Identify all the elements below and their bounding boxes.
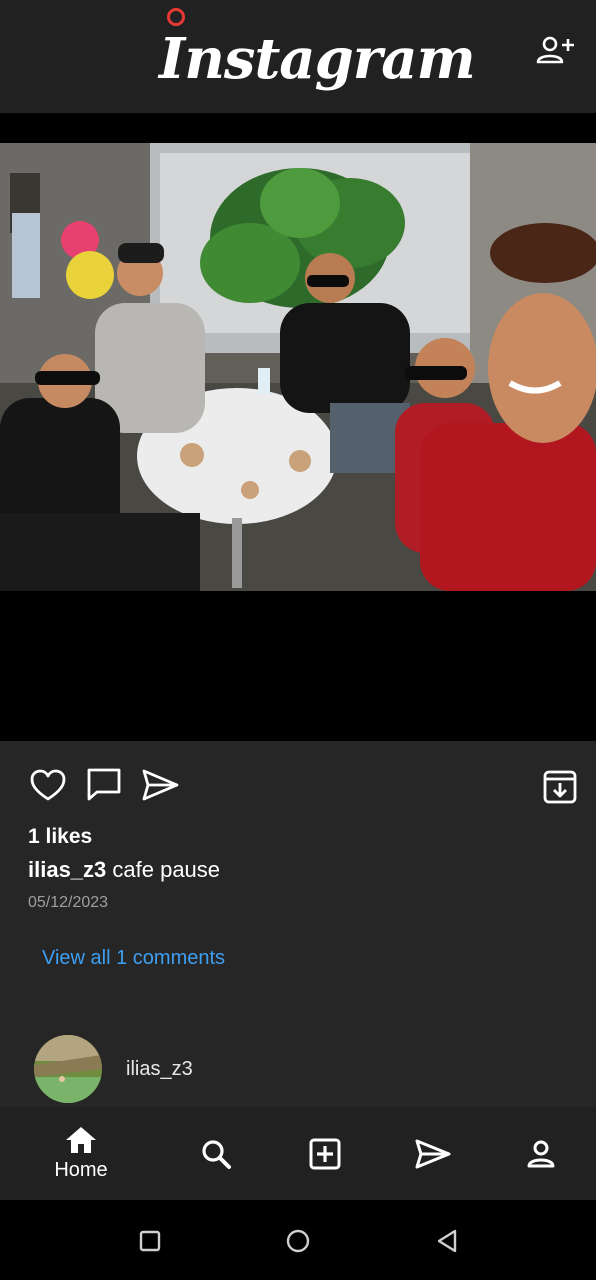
post-panel: 1 likes ilias_z3 cafe pause 05/12/2023 V…	[0, 741, 596, 1107]
caption-username[interactable]: ilias_z3	[28, 857, 106, 882]
direct-icon	[415, 1139, 451, 1168]
nav-direct[interactable]	[393, 1107, 473, 1200]
view-comments-link[interactable]: View all 1 comments	[42, 947, 225, 970]
post-photo[interactable]	[0, 143, 596, 591]
back-icon[interactable]	[434, 1228, 460, 1254]
home-icon	[66, 1127, 96, 1153]
nav-add-post[interactable]	[285, 1107, 365, 1200]
likes-count[interactable]: 1 likes	[28, 825, 92, 849]
add-user-icon[interactable]	[536, 35, 576, 67]
comment-icon[interactable]	[84, 765, 124, 805]
heart-icon[interactable]	[28, 765, 68, 805]
profile-icon	[527, 1140, 555, 1167]
photo-bottom-margin	[0, 591, 596, 741]
nav-search[interactable]	[176, 1107, 256, 1200]
comment-username[interactable]: ilias_z3	[126, 1058, 193, 1081]
post-date: 05/12/2023	[28, 894, 109, 911]
avatar[interactable]	[34, 1035, 102, 1103]
photo-top-margin	[0, 113, 596, 143]
archive-icon[interactable]	[540, 767, 580, 807]
nav-profile[interactable]	[501, 1107, 581, 1200]
nav-home-label: Home	[54, 1159, 108, 1181]
recents-icon[interactable]	[137, 1228, 163, 1254]
share-icon[interactable]	[140, 765, 180, 805]
nav-home[interactable]: Home	[41, 1107, 121, 1200]
instagram-logo: Instagram	[155, 8, 476, 104]
bottom-nav: Home	[0, 1107, 596, 1200]
add-post-icon	[309, 1138, 341, 1169]
caption-text: cafe pause	[106, 857, 221, 882]
home-circle-icon[interactable]	[285, 1228, 311, 1254]
post-caption: ilias_z3 cafe pause	[28, 857, 220, 883]
logo-badge-icon	[167, 8, 185, 26]
top-bar: Instagram	[0, 0, 596, 113]
system-nav-bar	[0, 1200, 596, 1280]
search-icon	[202, 1139, 231, 1169]
logo-text: Instagram	[159, 26, 476, 92]
